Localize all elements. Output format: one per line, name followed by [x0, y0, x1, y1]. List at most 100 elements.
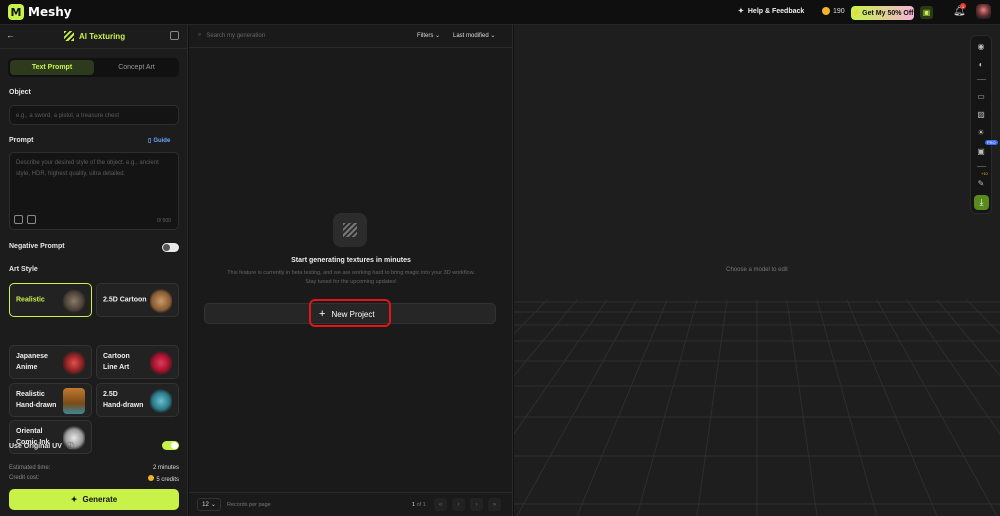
meshy-logo-icon: M: [8, 4, 24, 20]
negative-prompt-toggle[interactable]: [162, 243, 179, 252]
style-preview: [63, 388, 85, 414]
brush-icon[interactable]: ✎: [976, 178, 986, 188]
prev-page-button[interactable]: ‹: [452, 498, 465, 511]
plus-icon: +: [319, 308, 326, 320]
page-current: 1: [412, 502, 416, 508]
divider: [977, 166, 986, 167]
search-placeholder: Search my generation: [206, 32, 266, 39]
panel-title: AI Texturing: [64, 31, 125, 41]
viewport-toolbar: ◉ ◐ ▭ ▨ ☀ ▣ PRO +10 ✎ ⤓: [970, 35, 998, 214]
empty-title: Start generating textures in minutes: [291, 257, 411, 264]
mode-tabs: Text Prompt Concept Art: [8, 58, 179, 77]
use-uv-toggle[interactable]: [162, 441, 179, 450]
lightbulb-icon: ✦: [738, 8, 744, 15]
image-icon[interactable]: ▣: [976, 146, 986, 156]
credit-cost-value: 5 credits: [148, 475, 179, 483]
promo-label: Get My 50% Off: [862, 9, 914, 17]
chevron-down-icon: ⌄: [435, 33, 441, 39]
style-card-2-5d-hand-drawn[interactable]: 2.5D Hand-drawn: [96, 383, 179, 417]
empty-description: This feature is currently in beta testin…: [227, 270, 475, 276]
prompt-tools: [14, 215, 36, 224]
collapse-panel-icon[interactable]: [170, 31, 179, 40]
book-icon: ▯: [148, 138, 152, 144]
help-feedback-button[interactable]: ✦ Help & Feedback: [738, 7, 805, 16]
style-card-label: Cartoon Line Art: [103, 353, 130, 371]
style-card-japanese-anime[interactable]: Japanese Anime: [9, 345, 92, 379]
prompt-label: Prompt: [9, 137, 34, 144]
guide-link[interactable]: ▯ Guide: [148, 137, 170, 145]
material-sphere-icon[interactable]: ◐: [976, 59, 986, 69]
new-project-button[interactable]: + New Project: [319, 308, 375, 320]
pro-badge: PRO: [985, 140, 998, 145]
style-card-label: Realistic Hand-drawn: [16, 391, 57, 409]
prompt-library-icon[interactable]: [27, 215, 36, 224]
solid-shading-icon[interactable]: ◉: [976, 41, 986, 51]
tab-concept-art[interactable]: Concept Art: [96, 60, 177, 75]
page-total: of 1: [416, 502, 426, 508]
style-card-label: Japanese Anime: [16, 353, 48, 371]
back-arrow-icon[interactable]: ←: [6, 30, 15, 40]
promo-button[interactable]: ⚡ Get My 50% Off: [851, 6, 914, 20]
sort-label: Last modified: [453, 33, 489, 39]
style-preview: [63, 288, 85, 314]
monitor-icon[interactable]: ▭: [976, 91, 986, 101]
credits-indicator[interactable]: 190: [822, 7, 845, 15]
info-icon[interactable]: ⓘ: [67, 443, 74, 450]
texture-icon: [64, 31, 74, 41]
coin-icon: [148, 475, 155, 481]
tab-text-prompt[interactable]: Text Prompt: [10, 60, 94, 75]
generate-button[interactable]: ✦ Generate: [9, 489, 179, 510]
viewport-hint: Choose a model to edit: [726, 267, 788, 273]
estimated-time-label: Estimated time:: [9, 465, 51, 471]
style-preview: [63, 350, 85, 376]
last-page-button[interactable]: »: [488, 498, 501, 511]
filters-dropdown[interactable]: Filters ⌄: [417, 32, 440, 39]
per-page-label: Records per page: [227, 502, 271, 508]
per-page-select[interactable]: 12 ⌄: [197, 498, 221, 511]
download-button[interactable]: ⤓: [974, 195, 989, 210]
divider: [977, 79, 986, 80]
style-card-realistic[interactable]: Realistic: [9, 283, 92, 317]
negative-prompt-label: Negative Prompt: [9, 243, 65, 250]
new-project-label: New Project: [331, 309, 375, 319]
style-card-realistic-hand-drawn[interactable]: Realistic Hand-drawn: [9, 383, 92, 417]
prompt-counter: 0/ 500: [157, 218, 171, 224]
bolt-icon: ⚡: [851, 10, 861, 17]
page-indicator: 1 of 1: [412, 502, 426, 508]
art-style-label: Art Style: [9, 266, 38, 273]
object-label: Object: [9, 89, 31, 96]
use-uv-text: Use Original UV: [9, 443, 62, 450]
top-bar: M Meshy ✦ Help & Feedback 190 ⚡ Get My 5…: [0, 0, 1000, 25]
credit-cost-row: Credit cost: 5 credits: [9, 475, 179, 483]
texturing-panel: ← AI Texturing Text Prompt Concept Art O…: [0, 25, 188, 516]
help-feedback-label: Help & Feedback: [747, 7, 805, 15]
3d-viewport[interactable]: Choose a model to edit: [514, 25, 1000, 516]
pagination-footer: 12 ⌄ Records per page 1 of 1 « ‹ › »: [189, 492, 513, 516]
chevron-down-icon: ⌄: [210, 502, 216, 508]
logo[interactable]: M Meshy: [8, 4, 72, 20]
estimated-time-row: Estimated time: 2 minutes: [9, 465, 179, 471]
per-page-value: 12: [202, 501, 209, 508]
first-page-button[interactable]: «: [434, 498, 447, 511]
chevron-down-icon: ⌄: [490, 33, 496, 39]
panel-title-text: AI Texturing: [79, 31, 126, 41]
search-input[interactable]: ⌕ Search my generation: [198, 32, 265, 39]
image-upload-icon[interactable]: [14, 215, 23, 224]
sort-dropdown[interactable]: Last modified ⌄: [453, 32, 495, 39]
style-card-cartoon-line-art[interactable]: Cartoon Line Art: [96, 345, 179, 379]
object-input[interactable]: e.g., a sword, a pistol, a treasure ches…: [9, 105, 179, 125]
search-icon: ⌕: [198, 32, 202, 38]
texture-icon[interactable]: ▨: [976, 109, 986, 119]
generate-label: Generate: [82, 495, 118, 504]
empty-description-2: Stay tuned for the upcoming updates!: [305, 279, 397, 285]
panel-header: ← AI Texturing: [0, 25, 188, 49]
style-card-label: 2.5D Hand-drawn: [103, 391, 144, 409]
floor-grid: [514, 300, 1000, 516]
style-card-2-5d-cartoon[interactable]: 2.5D Cartoon: [96, 283, 179, 317]
gift-icon[interactable]: ▣: [920, 6, 933, 19]
next-page-button[interactable]: ›: [470, 498, 483, 511]
light-icon[interactable]: ☀: [976, 127, 986, 137]
avatar[interactable]: [976, 4, 991, 19]
estimated-time-value: 2 minutes: [152, 465, 179, 471]
credit-hint: +10: [981, 171, 988, 176]
